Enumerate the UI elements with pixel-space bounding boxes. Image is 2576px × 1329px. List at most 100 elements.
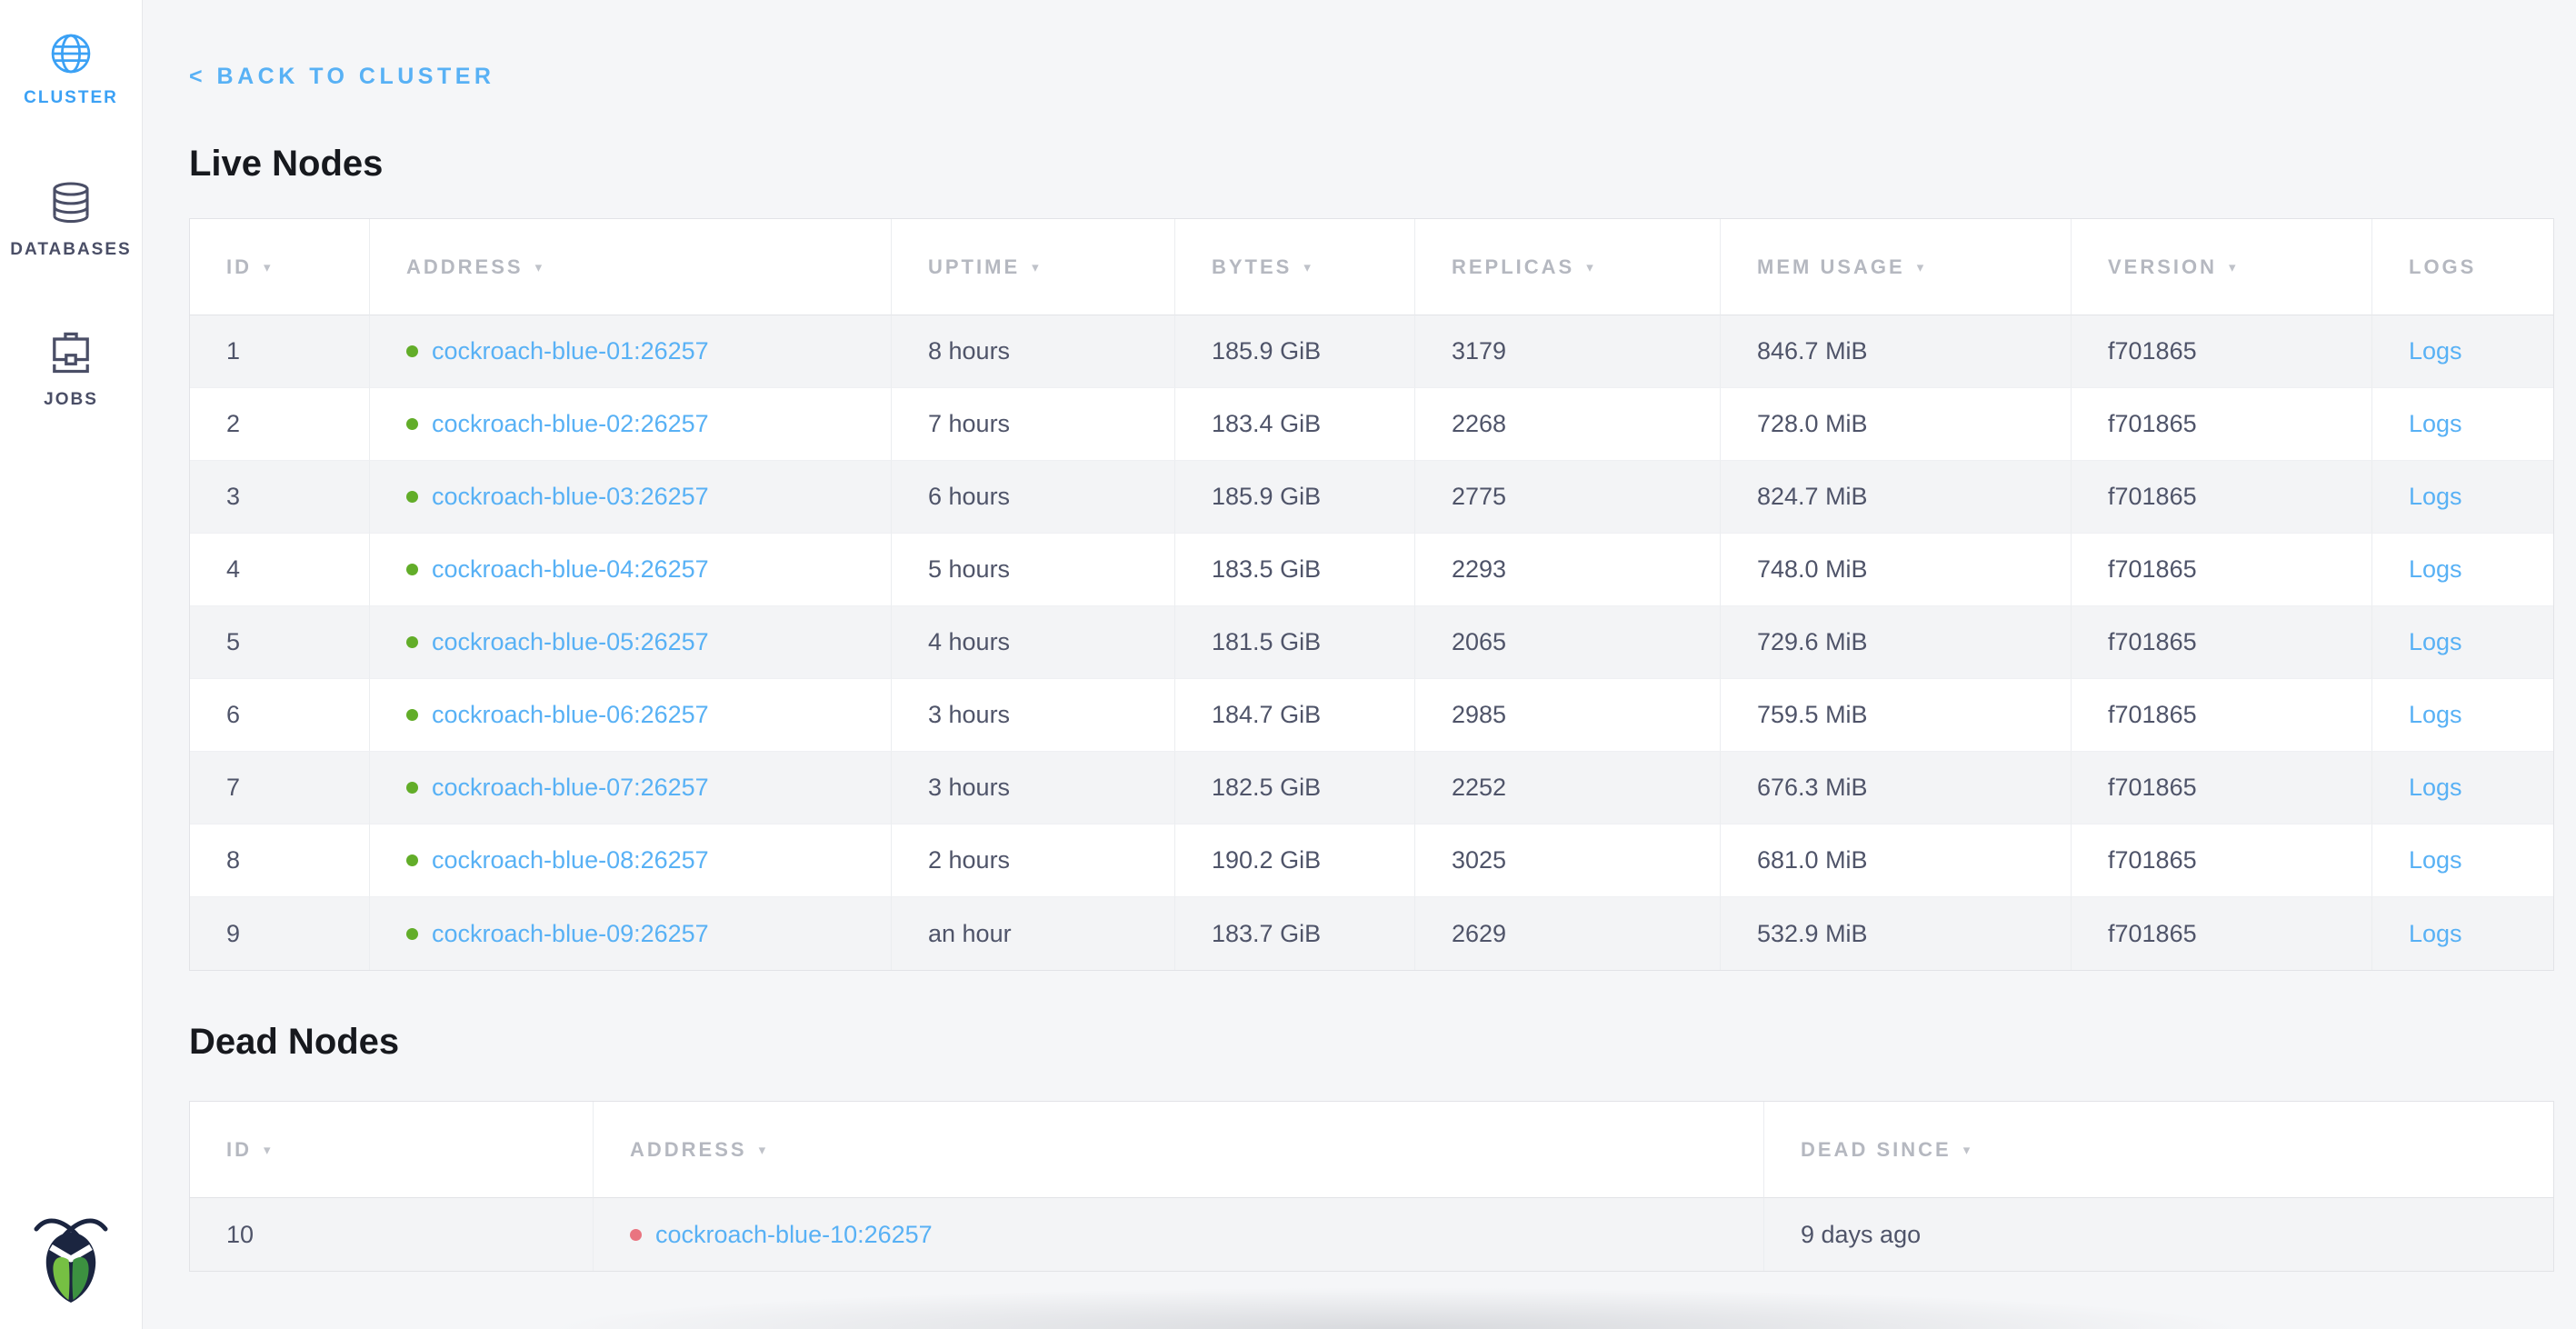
sidebar-item-label: DATABASES — [10, 240, 131, 260]
cell-id: 8 — [190, 824, 370, 897]
globe-icon — [50, 33, 92, 75]
cell-version: f701865 — [2072, 606, 2372, 679]
cell-logs: Logs — [2372, 315, 2553, 388]
live-status-dot — [406, 854, 418, 866]
logs-link[interactable]: Logs — [2409, 701, 2462, 728]
column-header-mem_usage[interactable]: MEM USAGE▾ — [1721, 219, 2072, 315]
column-header-bytes[interactable]: BYTES▾ — [1175, 219, 1415, 315]
sidebar-item-jobs[interactable]: JOBS — [44, 325, 98, 410]
column-header-dead_since[interactable]: DEAD SINCE▾ — [1764, 1102, 2553, 1198]
live-status-dot — [406, 709, 418, 721]
cell-id: 1 — [190, 315, 370, 388]
column-header-id[interactable]: ID▾ — [190, 1102, 594, 1198]
address-link[interactable]: cockroach-blue-06:26257 — [432, 701, 709, 728]
cell-replicas: 2775 — [1415, 461, 1721, 534]
logs-link[interactable]: Logs — [2409, 337, 2462, 365]
address-link[interactable]: cockroach-blue-04:26257 — [432, 555, 709, 583]
sidebar-item-cluster[interactable]: CLUSTER — [24, 33, 118, 108]
cell-logs: Logs — [2372, 461, 2553, 534]
logs-link[interactable]: Logs — [2409, 410, 2462, 437]
cell-id: 10 — [190, 1198, 594, 1271]
live-nodes-table: ID▾ADDRESS▾UPTIME▾BYTES▾REPLICAS▾MEM USA… — [189, 218, 2554, 971]
dead-nodes-table: ID▾ADDRESS▾DEAD SINCE▾ 10 cockroach-blue-… — [189, 1101, 2554, 1272]
main-content: < BACK TO CLUSTER Live Nodes ID▾ADDRESS▾… — [143, 0, 2576, 1329]
database-icon — [49, 179, 93, 226]
column-header-version[interactable]: VERSION▾ — [2072, 219, 2372, 315]
cell-address: cockroach-blue-07:26257 — [370, 752, 892, 824]
logs-link[interactable]: Logs — [2409, 846, 2462, 874]
logs-link[interactable]: Logs — [2409, 628, 2462, 655]
address-link[interactable]: cockroach-blue-02:26257 — [432, 410, 709, 437]
cell-uptime: 3 hours — [892, 679, 1175, 752]
address-link[interactable]: cockroach-blue-01:26257 — [432, 337, 709, 365]
cell-mem_usage: 728.0 MiB — [1721, 388, 2072, 461]
cell-uptime: 3 hours — [892, 752, 1175, 824]
cell-id: 6 — [190, 679, 370, 752]
address-link[interactable]: cockroach-blue-03:26257 — [432, 483, 709, 510]
column-header-label: REPLICAS — [1452, 255, 1574, 278]
cell-version: f701865 — [2072, 679, 2372, 752]
sidebar-item-databases[interactable]: DATABASES — [10, 179, 131, 260]
cell-version: f701865 — [2072, 388, 2372, 461]
cell-address: cockroach-blue-05:26257 — [370, 606, 892, 679]
address-link[interactable]: cockroach-blue-10:26257 — [655, 1221, 933, 1248]
table-row: 10cockroach-blue-10:262579 days ago — [190, 1198, 2553, 1271]
address-link[interactable]: cockroach-blue-08:26257 — [432, 846, 709, 874]
column-header-address[interactable]: ADDRESS▾ — [594, 1102, 1764, 1198]
cell-address: cockroach-blue-04:26257 — [370, 534, 892, 606]
sidebar: CLUSTER DATABASES JOBS — [0, 0, 143, 1329]
cell-id: 3 — [190, 461, 370, 534]
sort-arrow-icon: ▾ — [1303, 260, 1313, 275]
cell-replicas: 2065 — [1415, 606, 1721, 679]
live-status-dot — [406, 418, 418, 430]
cockroach-bug-icon — [34, 1214, 108, 1304]
cell-uptime: 4 hours — [892, 606, 1175, 679]
column-header-label: ID — [226, 255, 252, 278]
cell-bytes: 190.2 GiB — [1175, 824, 1415, 897]
cell-replicas: 3179 — [1415, 315, 1721, 388]
cell-uptime: an hour — [892, 897, 1175, 970]
cell-bytes: 185.9 GiB — [1175, 315, 1415, 388]
page: { "sidebar": { "items": [ {"label": "CLU… — [0, 0, 2576, 1329]
cell-address: cockroach-blue-01:26257 — [370, 315, 892, 388]
live-status-dot — [406, 564, 418, 575]
sort-arrow-icon: ▾ — [264, 1143, 274, 1158]
cell-replicas: 2293 — [1415, 534, 1721, 606]
table-header-row: ID▾ADDRESS▾UPTIME▾BYTES▾REPLICAS▾MEM USA… — [190, 219, 2553, 315]
cell-mem_usage: 824.7 MiB — [1721, 461, 2072, 534]
address-link[interactable]: cockroach-blue-07:26257 — [432, 774, 709, 801]
column-header-label: VERSION — [2108, 255, 2217, 278]
table-row: 4cockroach-blue-04:262575 hours183.5 GiB… — [190, 534, 2553, 606]
address-link[interactable]: cockroach-blue-05:26257 — [432, 628, 709, 655]
cell-mem_usage: 759.5 MiB — [1721, 679, 2072, 752]
dead-status-dot — [630, 1229, 642, 1241]
live-status-dot — [406, 491, 418, 503]
logs-link[interactable]: Logs — [2409, 483, 2462, 510]
cockroachdb-logo[interactable] — [34, 1214, 108, 1304]
cell-replicas: 2268 — [1415, 388, 1721, 461]
sort-arrow-icon: ▾ — [1963, 1143, 1973, 1158]
cell-replicas: 2629 — [1415, 897, 1721, 970]
back-to-cluster-link[interactable]: < BACK TO CLUSTER — [189, 64, 494, 90]
cell-id: 9 — [190, 897, 370, 970]
logs-link[interactable]: Logs — [2409, 774, 2462, 801]
cell-replicas: 3025 — [1415, 824, 1721, 897]
cell-version: f701865 — [2072, 752, 2372, 824]
logs-link[interactable]: Logs — [2409, 920, 2462, 947]
cell-logs: Logs — [2372, 897, 2553, 970]
column-header-address[interactable]: ADDRESS▾ — [370, 219, 892, 315]
table-row: 5cockroach-blue-05:262574 hours181.5 GiB… — [190, 606, 2553, 679]
cell-version: f701865 — [2072, 461, 2372, 534]
briefcase-icon — [47, 325, 95, 376]
column-header-uptime[interactable]: UPTIME▾ — [892, 219, 1175, 315]
column-header-label: UPTIME — [928, 255, 1020, 278]
cell-address: cockroach-blue-08:26257 — [370, 824, 892, 897]
sort-arrow-icon: ▾ — [759, 1143, 769, 1158]
logs-link[interactable]: Logs — [2409, 555, 2462, 583]
column-header-replicas[interactable]: REPLICAS▾ — [1415, 219, 1721, 315]
bottom-shadow — [506, 1285, 2288, 1329]
table-row: 9cockroach-blue-09:26257an hour183.7 GiB… — [190, 897, 2553, 970]
column-header-id[interactable]: ID▾ — [190, 219, 370, 315]
address-link[interactable]: cockroach-blue-09:26257 — [432, 920, 709, 947]
cell-replicas: 2252 — [1415, 752, 1721, 824]
